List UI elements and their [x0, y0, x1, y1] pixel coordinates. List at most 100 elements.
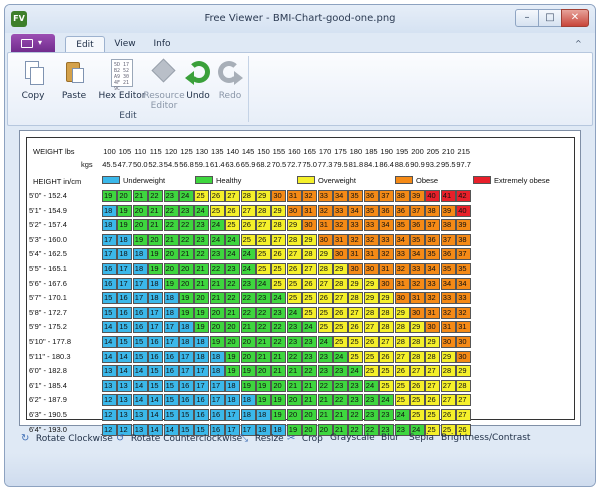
app-window: FV Free Viewer - BMI-Chart-good-one.png …: [4, 4, 596, 487]
bmi-cell: 15: [117, 321, 133, 334]
bmi-cell: 24: [363, 379, 379, 392]
bmi-cell: 16: [132, 306, 148, 319]
bmi-cell: 29: [440, 350, 456, 363]
bmi-cell: 14: [132, 365, 148, 378]
bmi-cell: 23: [286, 321, 302, 334]
bmi-cell: 28: [256, 204, 271, 217]
bmi-cell: 20: [163, 263, 179, 275]
bmi-cell: 30: [333, 248, 348, 261]
copy-button[interactable]: Copy: [14, 57, 52, 109]
tab-view[interactable]: View: [109, 36, 141, 53]
bmi-cell: 32: [333, 219, 348, 232]
paste-button[interactable]: Paste: [54, 57, 94, 109]
resize-button[interactable]: ⤡ Resize: [240, 433, 284, 449]
bmi-cell: 14: [102, 336, 117, 348]
bmi-cell: 18: [256, 409, 271, 421]
bmi-cell: 35: [348, 190, 364, 202]
sepia-button[interactable]: Sepia: [409, 433, 434, 449]
bmi-cell: 23: [333, 365, 348, 378]
bmi-cell: 23: [317, 350, 333, 363]
ribbon-collapse-icon[interactable]: ^: [575, 39, 582, 48]
image-viewer[interactable]: WEIGHT lbs kgs HEIGHT in/cm 100 105 110 115…: [19, 130, 581, 436]
bmi-cell: 17: [194, 379, 210, 392]
height-row-label: 6'0" - 182.8: [29, 366, 67, 376]
legend-swatch: [195, 176, 213, 184]
bmi-cell: 17: [163, 321, 179, 334]
grayscale-button[interactable]: Grayscale: [330, 433, 375, 449]
bmi-cell: 30: [271, 190, 287, 202]
crop-button[interactable]: ✂ Crop: [287, 433, 323, 449]
bmi-cell: 28: [240, 190, 256, 202]
bmi-cell: 23: [179, 204, 194, 217]
bmi-cell: 19: [179, 292, 194, 305]
bmi-cell: 26: [333, 306, 348, 319]
bmi-chart: WEIGHT lbs kgs HEIGHT in/cm 100 105 110 115…: [26, 137, 575, 436]
bmi-cell: 32: [317, 204, 333, 217]
undo-button[interactable]: Undo: [182, 57, 214, 109]
bmi-cell: 29: [394, 306, 410, 319]
bmi-cell: 16: [102, 277, 117, 290]
bmi-cell: 27: [333, 292, 348, 305]
height-row-label: 5'4" - 162.5: [29, 249, 67, 259]
bmi-cell: 34: [440, 277, 456, 290]
bmi-cell: 24: [194, 204, 210, 217]
bmi-cell: 28: [410, 350, 425, 363]
bmi-cell: 28: [302, 248, 318, 261]
bmi-cell: 29: [317, 248, 333, 261]
height-row-label: 5'7" - 170.1: [29, 293, 67, 303]
bmi-cell: 19: [194, 321, 210, 334]
height-row-label: 5'6" - 167.6: [29, 278, 67, 288]
legend-label: Overweight: [318, 176, 356, 185]
bmi-cell: 33: [379, 233, 395, 246]
minimize-button[interactable]: –: [515, 9, 539, 27]
bmi-cell: 30: [379, 277, 395, 290]
brightness-contrast-button[interactable]: Brightness/Contrast: [441, 433, 530, 449]
rotate-clockwise-label: Rotate Clockwise: [35, 434, 113, 444]
tab-edit[interactable]: Edit: [65, 36, 105, 53]
bmi-cell: 36: [410, 219, 425, 232]
lbs-header: 105: [118, 147, 132, 156]
bmi-cell: 35: [363, 204, 379, 217]
redo-button[interactable]: Redo: [214, 57, 246, 109]
bmi-cell: 24: [317, 336, 333, 348]
ribbon-tab-row: ▾ Edit View Info ^: [5, 33, 595, 53]
bmi-cell: 22: [302, 365, 318, 378]
close-button[interactable]: ✕: [561, 9, 589, 27]
bmi-cell: 20: [240, 336, 256, 348]
bmi-cell: 14: [132, 379, 148, 392]
bmi-cell: 25: [379, 379, 395, 392]
kgs-header: 86.4: [379, 160, 394, 169]
bmi-cell: 29: [286, 219, 302, 232]
file-menu-button[interactable]: ▾: [11, 34, 55, 53]
bmi-cell: 36: [394, 204, 410, 217]
bmi-cell: 22: [286, 350, 302, 363]
bmi-cell: 25: [302, 306, 318, 319]
kgs-header: 45.5: [102, 160, 117, 169]
tab-info[interactable]: Info: [147, 36, 177, 53]
bmi-cell: 21: [148, 204, 164, 217]
rotate-clockwise-button[interactable]: ↻ Rotate Clockwise: [21, 433, 113, 449]
bmi-cell: 21: [317, 409, 333, 421]
bmi-cell: 30: [410, 306, 425, 319]
kgs-header: 52.3: [148, 160, 163, 169]
bmi-cell: 28: [379, 321, 395, 334]
bmi-cell: 20: [225, 321, 241, 334]
bmi-cell: 15: [132, 350, 148, 363]
bmi-cell: 18: [102, 204, 117, 217]
bmi-cell: 17: [179, 350, 194, 363]
bmi-cell: 21: [256, 336, 271, 348]
bmi-cell: 16: [148, 350, 164, 363]
bmi-cell: 23: [225, 263, 241, 275]
bmi-cell: 33: [363, 219, 379, 232]
bmi-cell: 21: [302, 394, 318, 407]
bmi-cell: 22: [163, 204, 179, 217]
bmi-cell: 40: [456, 204, 472, 217]
bmi-cell: 28: [286, 233, 302, 246]
bmi-cell: 14: [102, 350, 117, 363]
maximize-button[interactable]: □: [539, 9, 561, 27]
rotate-counterclockwise-button[interactable]: ↺ Rotate Counterclockwise: [116, 433, 242, 449]
blur-label: Blur: [381, 433, 400, 443]
bmi-cell: 26: [209, 190, 225, 202]
blur-button[interactable]: Blur: [381, 433, 399, 449]
bmi-cell: 23: [317, 365, 333, 378]
